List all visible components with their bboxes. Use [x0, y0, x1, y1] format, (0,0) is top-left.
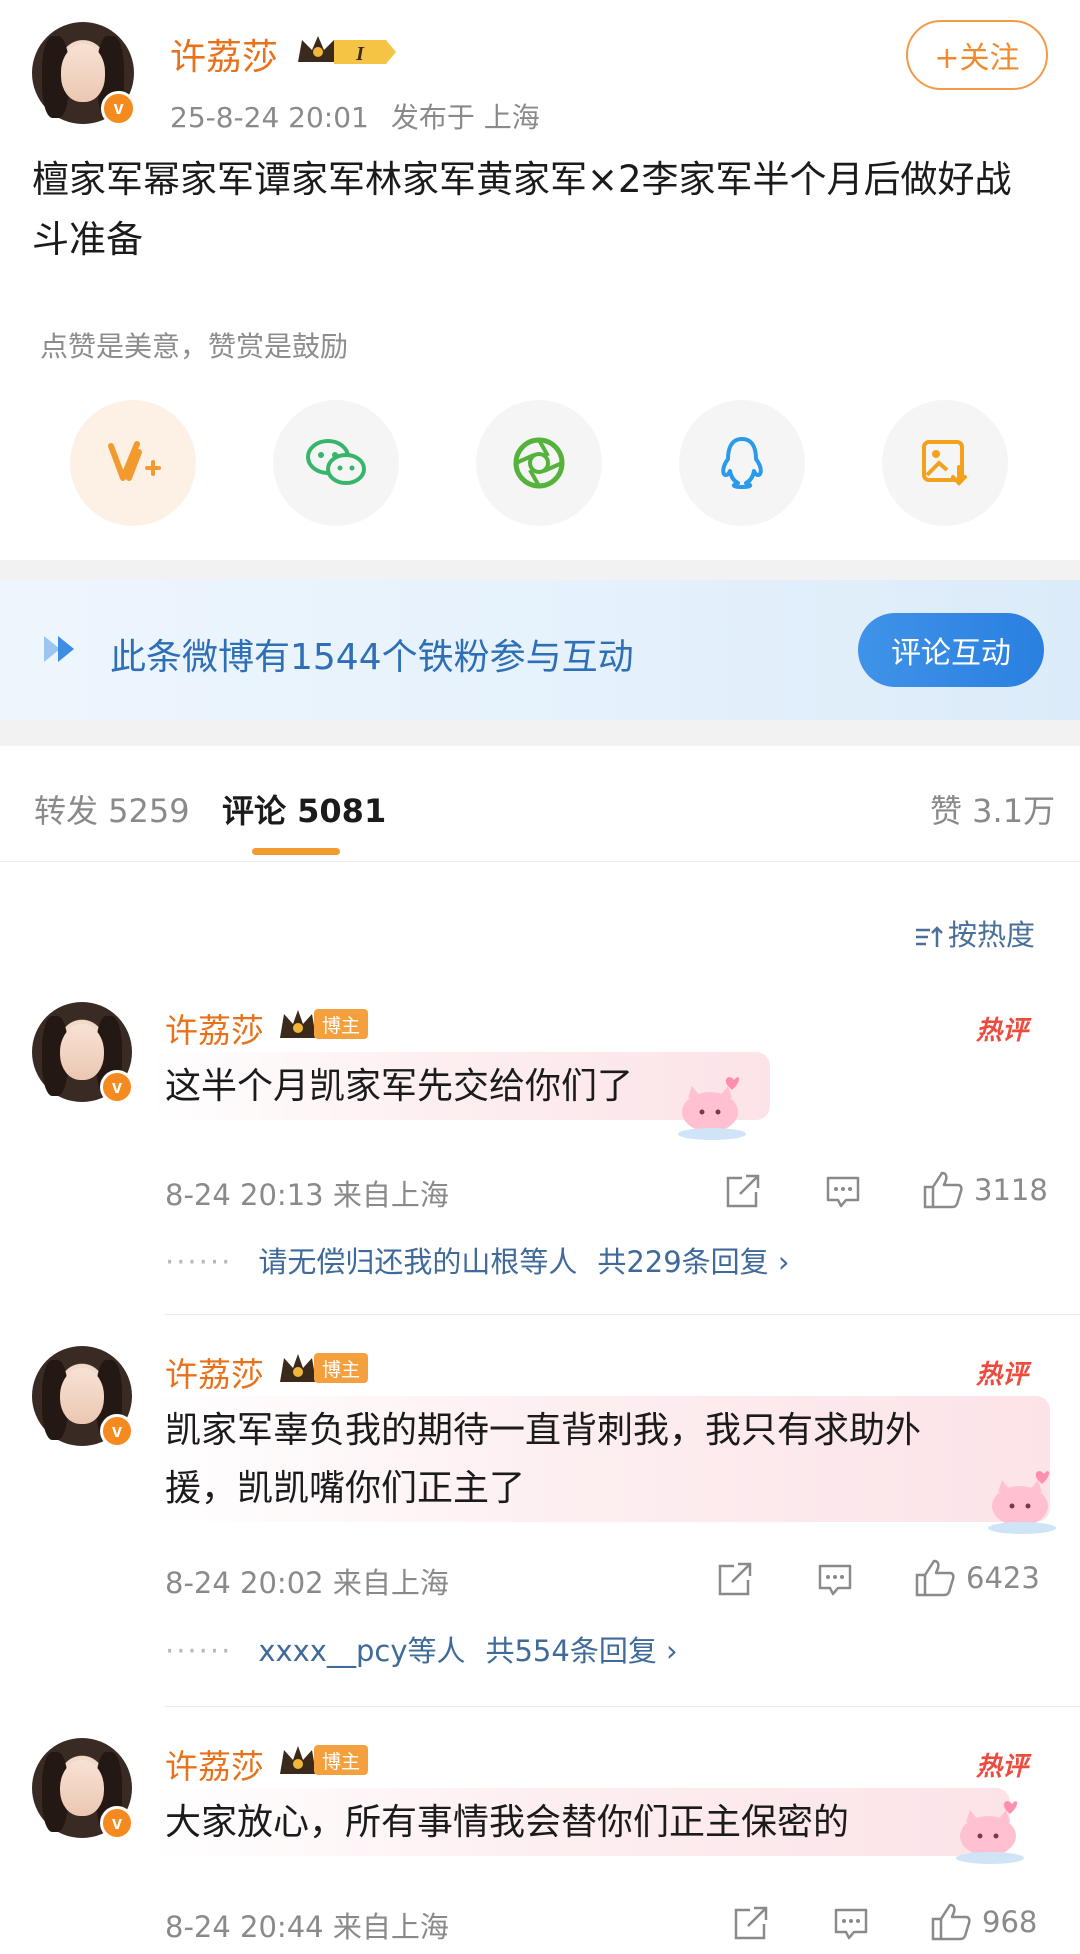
comment-text: 大家放心，所有事情我会替你们正主保密的 — [165, 1802, 850, 1843]
blogger-badge: 博主 — [314, 1009, 369, 1039]
comment-reply-button[interactable] — [832, 1904, 870, 1942]
verified-v-icon: v — [100, 1070, 134, 1104]
author-badge: 博主 — [278, 1742, 369, 1778]
save-image-icon[interactable] — [882, 400, 1008, 526]
moments-icon[interactable] — [476, 400, 602, 526]
comment-author-name[interactable]: 许荔莎 — [165, 1740, 264, 1788]
follow-button[interactable]: +关注 — [906, 20, 1048, 90]
share-row — [70, 400, 1010, 526]
crown-icon — [280, 1354, 316, 1382]
comment-share-button[interactable] — [716, 1560, 754, 1598]
reply-preview-names: xxxx__pcy等人 — [258, 1634, 466, 1668]
post-meta: 25-8-24 20:01 发布于 上海 — [170, 96, 540, 136]
sort-label: 按热度 — [948, 918, 1036, 952]
comment-divider — [165, 1706, 1080, 1707]
reply-thread-link[interactable]: ······ xxxx__pcy等人 共554条回复 › — [165, 1628, 678, 1670]
comment-text-line-2: 援，凯凯嘴你们正主了 — [165, 1468, 526, 1509]
section-gap — [0, 560, 1080, 580]
comment-timestamp: 8-24 20:13 来自上海 — [165, 1178, 449, 1212]
post-tabs: 转发 5259 评论 5081 赞 3.1万 — [0, 746, 1080, 862]
tab-comments[interactable]: 评论 5081 — [222, 786, 386, 832]
reply-thread-link[interactable]: ······ 请无偿归还我的山根等人 共229条回复 › — [165, 1239, 790, 1281]
fan-level-crown-icon: I — [298, 36, 396, 65]
like-count: 968 — [982, 1905, 1038, 1939]
author-badge: 博主 — [278, 1006, 369, 1042]
active-tab-indicator — [252, 848, 340, 855]
qq-icon[interactable] — [679, 400, 805, 526]
post-card: v 许荔莎 I 25-8-24 20:01 发布于 上海 +关注 檀家军幂家军谭家… — [0, 0, 1080, 560]
share-icon — [726, 1174, 760, 1208]
comment-timestamp: 8-24 20:44 来自上海 — [165, 1910, 449, 1944]
verified-v-icon: v — [100, 1414, 134, 1448]
comment-reply-button[interactable] — [824, 1172, 862, 1210]
comment-icon — [834, 1908, 868, 1940]
post-timestamp: 25-8-24 20:01 — [170, 101, 369, 134]
comment-author-avatar[interactable]: v — [32, 1346, 134, 1448]
iron-fans-banner[interactable]: 此条微博有1544个铁粉参与互动 评论互动 — [0, 580, 1080, 720]
comment-like-button[interactable]: 968 — [930, 1902, 1037, 1942]
comment-reply-button[interactable] — [816, 1560, 854, 1598]
comment-icon — [818, 1564, 852, 1596]
iron-fans-text: 此条微博有1544个铁粉参与互动 — [110, 637, 634, 678]
comment-like-button[interactable]: 3118 — [922, 1170, 1048, 1210]
pink-cat-sticker-icon — [678, 1077, 746, 1140]
comment-interact-button[interactable]: 评论互动 — [858, 613, 1044, 687]
comment-author-avatar[interactable]: v — [32, 1738, 134, 1840]
post-body-text: 檀家军幂家军谭家军林家军黄家军×2李家军半个月后做好战斗准备 — [32, 158, 1012, 261]
sort-by-hot-button[interactable]: 按热度 — [914, 912, 1035, 954]
blogger-badge: 博主 — [314, 1353, 369, 1383]
thumbs-up-icon — [923, 1171, 963, 1209]
post-author-name[interactable]: 许荔莎 — [170, 28, 278, 80]
post-location: 发布于 上海 — [390, 101, 540, 134]
crown-icon — [280, 1010, 316, 1038]
thumbs-up-icon — [931, 1903, 971, 1941]
reply-total: 共229条回复 › — [597, 1245, 790, 1279]
section-gap — [0, 720, 1080, 746]
hot-comment-tag: 热评 — [976, 1360, 1029, 1390]
like-count: 3118 — [974, 1173, 1048, 1207]
share-icon — [734, 1906, 768, 1940]
blogger-badge: 博主 — [314, 1745, 369, 1775]
verified-v-icon: v — [100, 1806, 134, 1840]
sort-icon — [916, 926, 943, 947]
pink-cat-sticker-icon — [956, 1801, 1024, 1864]
share-icon — [718, 1562, 752, 1596]
reward-v-icon[interactable] — [70, 400, 196, 526]
comment-item: v 许荔莎 博主 热评 这半个月凯家军先交给你们了 8-24 20:13 来自上… — [0, 1002, 1080, 1315]
tab-repost[interactable]: 转发 5259 — [34, 786, 190, 832]
iron-fans-icon — [44, 636, 74, 662]
reward-tip-text: 点赞是美意，赞赏是鼓励 — [40, 330, 349, 363]
comment-author-name[interactable]: 许荔莎 — [165, 1004, 264, 1052]
tab-likes[interactable]: 赞 3.1万 — [930, 786, 1055, 832]
like-count: 6423 — [966, 1561, 1040, 1595]
comment-author-avatar[interactable]: v — [32, 1002, 134, 1104]
fan-level-label: I — [355, 43, 365, 65]
comment-like-button[interactable]: 6423 — [914, 1558, 1040, 1598]
pink-cat-sticker-icon — [988, 1471, 1056, 1534]
comment-text: 这半个月凯家军先交给你们了 — [165, 1066, 634, 1107]
wechat-icon[interactable] — [273, 400, 399, 526]
comment-share-button[interactable] — [724, 1172, 762, 1210]
reply-preview-names: 请无偿归还我的山根等人 — [258, 1245, 578, 1279]
comment-share-button[interactable] — [732, 1904, 770, 1942]
comment-timestamp: 8-24 20:02 来自上海 — [165, 1566, 449, 1600]
comment-item: v 许荔莎 博主 热评 大家放心，所有事情我会替你们正主保密的 8-24 20:… — [0, 1738, 1080, 1954]
comment-text-line-1: 凯家军辜负我的期待一直背刺我，我只有求助外 — [165, 1410, 922, 1451]
comment-item: v 许荔莎 博主 热评 凯家军辜负我的期待一直背刺我，我只有求助外 援，凯凯嘴你… — [0, 1346, 1080, 1707]
reply-dots: ······ — [165, 1634, 233, 1668]
verified-v-icon: v — [101, 91, 136, 126]
hot-comment-tag: 热评 — [976, 1016, 1029, 1046]
hot-comment-tag: 热评 — [976, 1752, 1029, 1782]
crown-icon — [280, 1746, 316, 1774]
comment-author-name[interactable]: 许荔莎 — [165, 1348, 264, 1396]
post-author-avatar[interactable]: v — [32, 22, 136, 126]
comment-icon — [826, 1176, 860, 1208]
reply-total: 共554条回复 › — [485, 1634, 678, 1668]
thumbs-up-icon — [915, 1559, 955, 1597]
author-badge: 博主 — [278, 1350, 369, 1386]
comment-divider — [165, 1314, 1080, 1315]
reply-dots: ······ — [165, 1245, 233, 1279]
